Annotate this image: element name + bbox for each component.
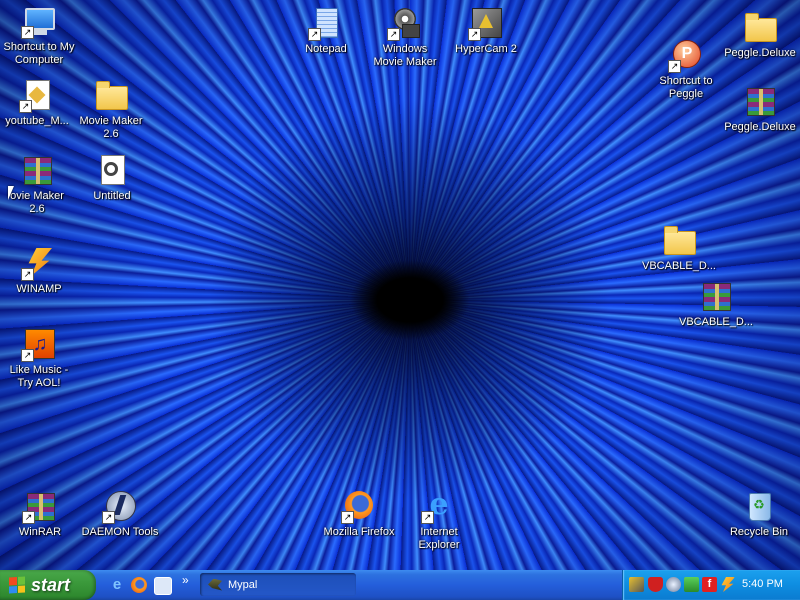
icon-label: Recycle Bin — [729, 526, 789, 538]
icon-label: Mozilla Firefox — [323, 526, 395, 538]
internet-explorer-icon: e ↗ — [421, 489, 456, 524]
quick-launch-ie-icon[interactable]: e — [109, 577, 125, 593]
document-icon: ↗ — [19, 78, 54, 113]
icon-label: Like Music - Try AOL! — [9, 364, 69, 389]
icon-label: Peggle.Deluxe — [724, 121, 796, 133]
tray-flash-icon[interactable]: f — [702, 577, 717, 592]
desktop-icon-peggle-folder[interactable]: Peggle.Deluxe — [718, 10, 800, 60]
folder-icon — [94, 78, 128, 112]
desktop: ↗ Shortcut to My Computer ↗ youtube_M...… — [0, 0, 800, 570]
icon-label: Peggle.Deluxe — [724, 47, 796, 59]
desktop-icon-movie-maker-rar[interactable]: ovie Maker 2.6 — [0, 153, 79, 216]
tray-daemon-tools-icon[interactable] — [666, 577, 681, 592]
winrar-icon: ↗ — [22, 489, 57, 524]
mypal-app-icon — [208, 578, 222, 591]
quick-launch-show-desktop-icon[interactable] — [154, 577, 172, 595]
desktop-icon-like-music[interactable]: ♫ ↗ Like Music - Try AOL! — [0, 327, 81, 390]
recycle-bin-icon: ♻ — [742, 489, 776, 523]
icon-label: Internet Explorer — [418, 526, 460, 551]
movie-project-icon — [95, 153, 129, 187]
icon-label: Untitled — [93, 190, 131, 202]
hypercam-icon: ↗ — [468, 6, 503, 41]
taskbar-button-label: Mypal — [228, 578, 258, 591]
desktop-icon-untitled[interactable]: Untitled — [70, 153, 154, 203]
winamp-icon: ↗ — [21, 246, 56, 281]
desktop-icon-hypercam[interactable]: ↗ HyperCam 2 — [444, 6, 528, 56]
notepad-icon: ↗ — [308, 6, 343, 41]
icon-label: DAEMON Tools — [81, 526, 159, 538]
desktop-icon-vbcable-folder[interactable]: VBCABLE_D... — [637, 223, 721, 273]
desktop-icon-my-computer[interactable]: ↗ Shortcut to My Computer — [0, 4, 81, 67]
desktop-icon-winrar[interactable]: ↗ WinRAR — [0, 489, 82, 539]
desktop-icon-peggle-rar[interactable]: Peggle.Deluxe — [718, 84, 800, 134]
icon-label: WinRAR — [18, 526, 62, 538]
desktop-icon-movie-maker-folder[interactable]: Movie Maker 2.6 — [69, 78, 153, 141]
winrar-archive-icon — [20, 153, 54, 187]
firefox-icon: ↗ — [341, 489, 376, 524]
desktop-icon-shortcut-peggle[interactable]: P ↗ Shortcut to Peggle — [644, 38, 728, 101]
desktop-icon-internet-explorer[interactable]: e ↗ Internet Explorer — [397, 489, 481, 552]
winrar-archive-icon — [743, 84, 777, 118]
computer-icon: ↗ — [21, 4, 56, 39]
icon-label: youtube_M... — [5, 115, 69, 127]
quick-launch-more-chevron[interactable]: » — [182, 573, 189, 587]
desktop-icon-firefox[interactable]: ↗ Mozilla Firefox — [317, 489, 401, 539]
icon-label: Movie Maker 2.6 — [79, 115, 143, 140]
daemon-tools-icon: ↗ — [102, 489, 137, 524]
desktop-icon-notepad[interactable]: ↗ Notepad — [284, 6, 368, 56]
start-button[interactable]: start — [0, 570, 96, 600]
icon-label: VBCABLE_D... — [642, 260, 716, 272]
windows-logo-icon — [9, 576, 25, 594]
desktop-icon-daemon-tools[interactable]: ↗ DAEMON Tools — [78, 489, 162, 539]
icon-label: WINAMP — [16, 283, 62, 295]
tray-security-shield-icon[interactable] — [648, 577, 663, 592]
music-icon: ♫ ↗ — [21, 327, 56, 362]
desktop-icon-youtube[interactable]: ↗ youtube_M... — [0, 78, 79, 128]
clock[interactable]: 5:40 PM — [742, 578, 783, 590]
tray-hypercam-icon[interactable] — [629, 577, 644, 592]
start-label: start — [31, 574, 71, 595]
quick-launch-firefox-icon[interactable] — [131, 577, 147, 593]
folder-icon — [743, 10, 777, 44]
tray-safely-remove-icon[interactable] — [684, 577, 699, 592]
mouse-cursor-icon — [8, 186, 20, 200]
icon-label: Windows Movie Maker — [373, 43, 437, 68]
desktop-icon-winamp[interactable]: ↗ WINAMP — [0, 246, 81, 296]
icon-label: Shortcut to Peggle — [659, 75, 713, 100]
icon-label: HyperCam 2 — [455, 43, 517, 55]
tray-winamp-icon[interactable] — [721, 577, 735, 592]
taskbar: start e » Mypal f 5:40 PM — [0, 570, 800, 600]
taskbar-button-mypal[interactable]: Mypal — [200, 573, 356, 596]
peggle-icon: P ↗ — [668, 38, 703, 73]
desktop-icon-windows-movie-maker[interactable]: ↗ Windows Movie Maker — [363, 6, 447, 69]
desktop-icon-recycle-bin[interactable]: ♻ Recycle Bin — [717, 489, 800, 539]
icon-label: Shortcut to My Computer — [3, 41, 75, 66]
desktop-icon-vbcable-rar[interactable]: VBCABLE_D... — [674, 279, 758, 329]
icon-label: VBCABLE_D... — [679, 316, 753, 328]
winrar-archive-icon — [699, 279, 733, 313]
icon-label: Notepad — [305, 43, 347, 55]
film-reel-icon: ↗ — [387, 6, 422, 41]
folder-icon — [662, 223, 696, 257]
